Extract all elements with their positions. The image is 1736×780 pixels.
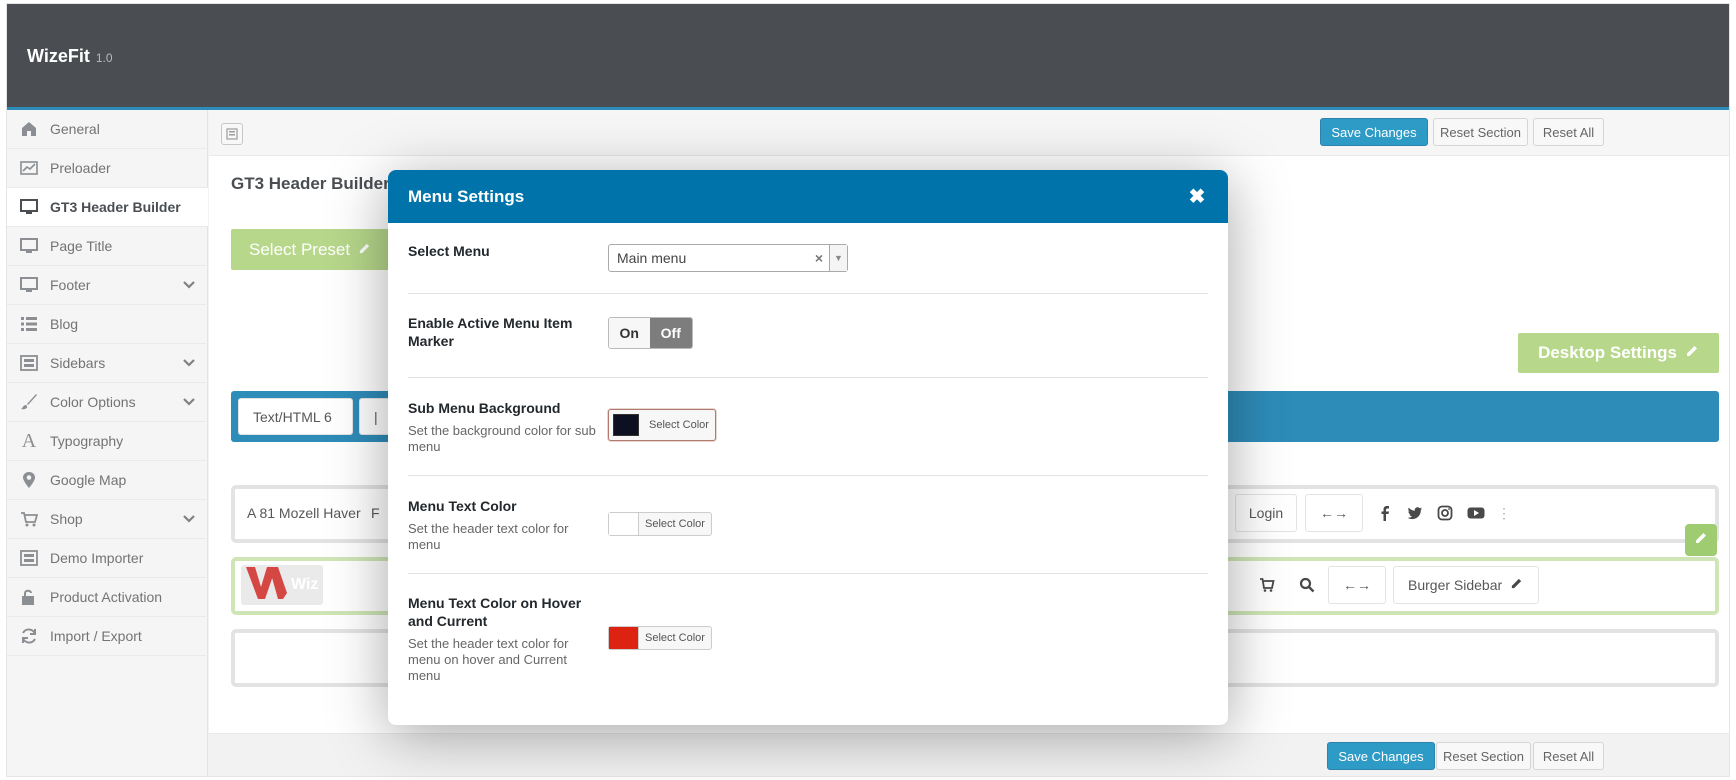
field-sub-menu-background: Sub Menu Background Set the background c…: [408, 378, 1208, 476]
color-swatch: [609, 513, 639, 535]
field-menu-hover-color: Menu Text Color on Hover and Current Set…: [408, 574, 1208, 704]
menu-hover-color-picker[interactable]: Select Color: [608, 626, 712, 650]
close-icon[interactable]: ✖: [1186, 185, 1208, 208]
field-description: Set the background color for sub menu: [408, 423, 596, 454]
switch-off-option[interactable]: Off: [649, 318, 692, 348]
modal-title: Menu Settings: [408, 186, 525, 206]
field-title: Menu Text Color: [408, 498, 517, 514]
sub-menu-bg-color-picker[interactable]: Select Color: [608, 409, 716, 441]
field-menu-text-color: Menu Text Color Set the header text colo…: [408, 476, 1208, 574]
modal-header: Menu Settings ✖: [388, 170, 1228, 223]
field-title: Enable Active Menu Item Marker: [408, 315, 573, 349]
menu-text-color-picker[interactable]: Select Color: [608, 512, 712, 536]
color-swatch: [609, 627, 639, 649]
field-title: Menu Text Color on Hover and Current: [408, 595, 582, 629]
menu-select-value: Main menu: [617, 250, 687, 266]
menu-select[interactable]: Main menu × ▼: [608, 244, 848, 272]
field-title: Sub Menu Background: [408, 400, 561, 416]
menu-settings-modal: Menu Settings ✖ Select Menu Main menu × …: [388, 170, 1228, 725]
dropdown-arrow-icon[interactable]: ▼: [829, 245, 847, 271]
field-active-marker: Enable Active Menu Item Marker On Off: [408, 294, 1208, 378]
field-select-menu: Select Menu Main menu × ▼: [408, 223, 1208, 294]
select-color-label: Select Color: [649, 419, 709, 431]
clear-selection-icon[interactable]: ×: [815, 250, 823, 266]
switch-on-option[interactable]: On: [609, 318, 650, 348]
field-description: Set the header text color for menu on ho…: [408, 636, 569, 683]
active-marker-switch[interactable]: On Off: [608, 317, 693, 349]
field-title: Select Menu: [408, 243, 490, 259]
select-color-label: Select Color: [645, 632, 705, 644]
field-description: Set the header text color for menu: [408, 521, 569, 552]
color-swatch: [613, 414, 639, 436]
select-color-label: Select Color: [645, 518, 705, 530]
